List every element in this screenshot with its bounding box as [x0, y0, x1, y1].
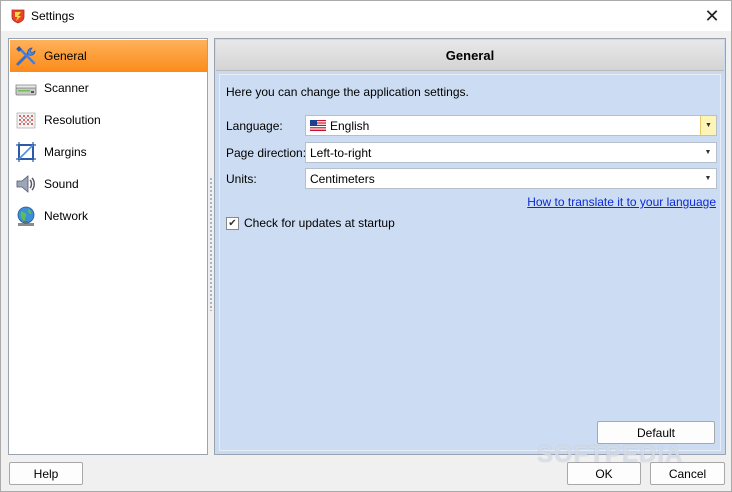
- scanner-icon: [15, 84, 37, 96]
- check-updates-label: Check for updates at startup: [244, 216, 395, 230]
- sidebar-item-network[interactable]: Network: [10, 200, 207, 232]
- app-shield-icon: [11, 9, 25, 24]
- translate-link[interactable]: How to translate it to your language: [527, 195, 716, 209]
- units-select[interactable]: Centimeters ▼: [305, 168, 717, 189]
- intro-text: Here you can change the application sett…: [226, 85, 469, 99]
- chevron-down-icon[interactable]: ▼: [700, 143, 716, 162]
- sidebar-item-general[interactable]: General: [10, 40, 207, 72]
- title-bar: Settings ✕: [1, 1, 731, 31]
- splitter-handle[interactable]: [209, 177, 213, 311]
- panel-title: General: [216, 40, 724, 71]
- close-button[interactable]: ✕: [697, 1, 727, 31]
- language-label: Language:: [226, 119, 283, 133]
- page-direction-value: Left-to-right: [310, 145, 372, 160]
- settings-sidebar: General Scanner Resolution Margins Sound…: [8, 38, 208, 455]
- sidebar-item-label: Network: [44, 209, 89, 223]
- chevron-down-icon[interactable]: ▼: [700, 116, 716, 135]
- check-updates-option[interactable]: ✔ Check for updates at startup: [226, 216, 395, 230]
- help-button[interactable]: Help: [9, 462, 83, 485]
- speaker-icon: [16, 175, 35, 193]
- sidebar-item-label: Margins: [44, 145, 87, 159]
- page-direction-label: Page direction:: [226, 146, 307, 160]
- units-label: Units:: [226, 172, 257, 186]
- globe-icon: [17, 206, 35, 226]
- page-direction-select[interactable]: Left-to-right ▼: [305, 142, 717, 163]
- margins-icon: [16, 142, 36, 162]
- window-title: Settings: [31, 9, 75, 23]
- ok-button[interactable]: OK: [567, 462, 641, 485]
- sidebar-item-margins[interactable]: Margins: [10, 136, 207, 168]
- chevron-down-icon[interactable]: ▼: [700, 169, 716, 188]
- resolution-icon: [16, 112, 36, 129]
- general-panel: General Here you can change the applicat…: [214, 38, 726, 455]
- check-updates-checkbox[interactable]: ✔: [226, 216, 239, 230]
- sidebar-item-scanner[interactable]: Scanner: [10, 72, 207, 104]
- tools-icon: [16, 46, 36, 66]
- language-select[interactable]: English ▼: [305, 115, 717, 136]
- panel-body: Here you can change the application sett…: [219, 74, 721, 451]
- units-value: Centimeters: [310, 171, 375, 186]
- close-icon: ✕: [704, 5, 720, 26]
- sidebar-item-sound[interactable]: Sound: [10, 168, 207, 200]
- sidebar-item-label: Sound: [44, 177, 79, 191]
- sidebar-item-label: Scanner: [44, 81, 89, 95]
- us-flag-icon: [310, 120, 326, 131]
- sidebar-item-resolution[interactable]: Resolution: [10, 104, 207, 136]
- language-value: English: [330, 118, 370, 133]
- settings-window: Settings ✕ General Scanner Resolution Ma…: [0, 0, 732, 492]
- cancel-button[interactable]: Cancel: [650, 462, 725, 485]
- sidebar-item-label: Resolution: [44, 113, 101, 127]
- sidebar-item-label: General: [44, 49, 87, 63]
- default-button[interactable]: Default: [597, 421, 715, 444]
- checkmark-icon: ✔: [228, 217, 237, 229]
